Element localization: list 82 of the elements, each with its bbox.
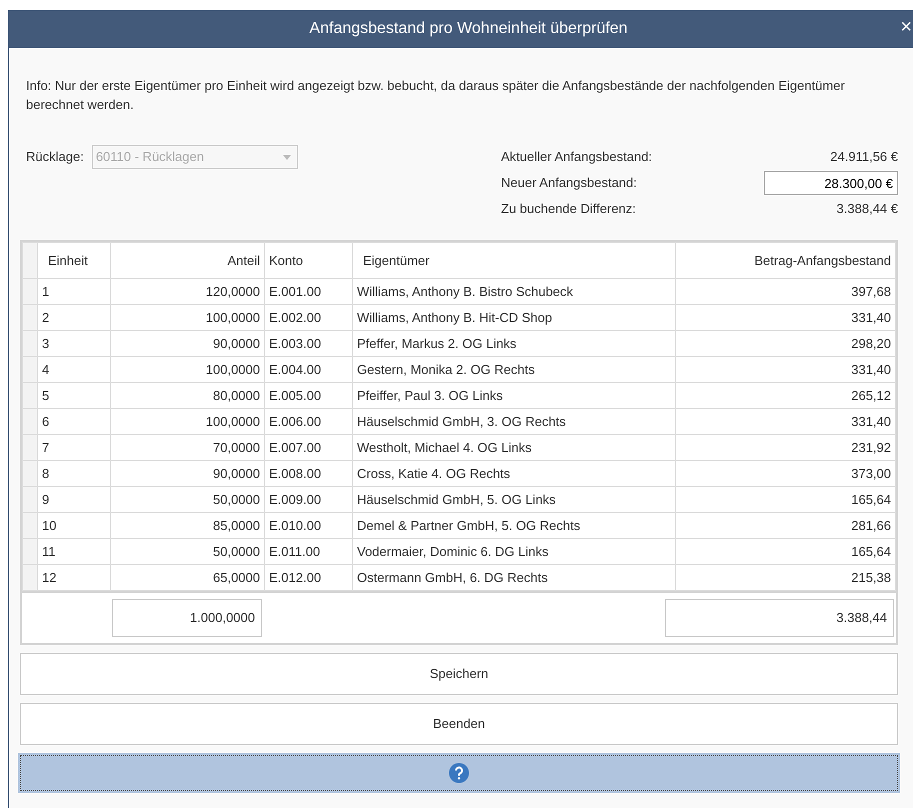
table-cell: 100,0000: [110, 356, 264, 382]
table-cell: 165,64: [676, 538, 896, 564]
table-cell: E.003.00: [264, 330, 352, 356]
column-header[interactable]: Anteil: [110, 242, 264, 278]
table-cell: 9: [38, 486, 110, 512]
table-cell: 215,38: [676, 564, 896, 590]
table-cell: 11: [38, 538, 110, 564]
table-cell: 100,0000: [110, 304, 264, 330]
help-button[interactable]: [20, 755, 898, 791]
table-cell: E.007.00: [264, 434, 352, 460]
table-cell: 12: [38, 564, 110, 590]
table-cell: E.001.00: [264, 278, 352, 304]
table-cell: Gestern, Monika 2. OG Rechts: [352, 356, 676, 382]
table-cell: 10: [38, 512, 110, 538]
table-cell: Williams, Anthony B. Bistro Schubeck: [352, 278, 676, 304]
column-header[interactable]: Konto: [264, 242, 352, 278]
table-cell: 1: [38, 278, 110, 304]
table-cell: 298,20: [676, 330, 896, 356]
table-cell: 90,0000: [110, 460, 264, 486]
table-cell: 265,12: [676, 382, 896, 408]
table-cell: 50,0000: [110, 538, 264, 564]
table-cell: 4: [38, 356, 110, 382]
action-button[interactable]: Beenden: [20, 703, 898, 745]
table-cell: Demel & Partner GmbH, 5. OG Rechts: [352, 512, 676, 538]
table-cell: Williams, Anthony B. Hit-CD Shop: [352, 304, 676, 330]
table-cell: 80,0000: [110, 382, 264, 408]
table-cell: Pfeiffer, Paul 3. OG Links: [352, 382, 676, 408]
table-cell: 231,92: [676, 434, 896, 460]
table-cell: 165,64: [676, 486, 896, 512]
table-cell: 331,40: [676, 304, 896, 330]
table-cell: Häuselschmid GmbH, 5. OG Links: [352, 486, 676, 512]
total-amount: 3.388,44: [665, 599, 894, 637]
table-cell: Westholt, Michael 4. OG Links: [352, 434, 676, 460]
window-title: Anfangsbestand pro Wohneinheit überprüfen: [309, 19, 628, 39]
table-cell: Cross, Katie 4. OG Rechts: [352, 460, 676, 486]
balance-value: 3.388,44 €: [836, 200, 898, 218]
table-cell: 331,40: [676, 408, 896, 434]
table-cell: 5: [38, 382, 110, 408]
table-cell: E.012.00: [264, 564, 352, 590]
table-cell: 397,68: [676, 278, 896, 304]
table-cell: E.002.00: [264, 304, 352, 330]
action-button[interactable]: Speichern: [20, 653, 898, 695]
table-cell: E.006.00: [264, 408, 352, 434]
caret-icon: [282, 154, 291, 160]
column-header[interactable]: Eigentümer: [352, 242, 676, 278]
table-cell: E.008.00: [264, 460, 352, 486]
table-cell: Vodermaier, Dominic 6. DG Links: [352, 538, 676, 564]
balance-label: Aktueller Anfangsbestand:: [501, 148, 652, 166]
table-cell: 6: [38, 408, 110, 434]
info-text: Info: Nur der erste Eigentümer pro Einheit wird angezeigt bzw. bebucht, da daraus später die Anfangsbestände der nachfolgenden Eigentümer berechnet werden.: [25, 77, 846, 114]
help-icon: [449, 763, 469, 783]
table-cell: 50,0000: [110, 486, 264, 512]
table-cell: 331,40: [676, 356, 896, 382]
table-cell: E.004.00: [264, 356, 352, 382]
balance-label: Neuer Anfangsbestand:: [501, 174, 637, 192]
table-cell: 65,0000: [110, 564, 264, 590]
table-cell: 70,0000: [110, 434, 264, 460]
table-cell: E.010.00: [264, 512, 352, 538]
table-cell: 281,66: [676, 512, 896, 538]
balance-input[interactable]: 28.300,00 €: [764, 171, 898, 195]
table-cell: 120,0000: [110, 278, 264, 304]
balance-label: Zu buchende Differenz:: [501, 200, 636, 218]
table-cell: 100,0000: [110, 408, 264, 434]
table-cell: 7: [38, 434, 110, 460]
total-share: 1.000,0000: [112, 599, 262, 637]
table-cell: Häuselschmid GmbH, 3. OG Rechts: [352, 408, 676, 434]
table-cell: 373,00: [676, 460, 896, 486]
table-cell: E.011.00: [264, 538, 352, 564]
close-button[interactable]: ×: [900, 17, 912, 37]
table-cell: Ostermann GmbH, 6. DG Rechts: [352, 564, 676, 590]
balance-value: 24.911,56 €: [830, 148, 898, 166]
table-cell: Pfeffer, Markus 2. OG Links: [352, 330, 676, 356]
table-cell: E.005.00: [264, 382, 352, 408]
table-cell: 8: [38, 460, 110, 486]
table-cell: 2: [38, 304, 110, 330]
field-label: Rücklage:: [26, 148, 84, 166]
column-header[interactable]: Betrag-Anfangsbestand: [676, 242, 896, 278]
table-cell: 3: [38, 330, 110, 356]
table-cell: E.009.00: [264, 486, 352, 512]
column-header[interactable]: Einheit: [38, 242, 110, 278]
table-cell: 90,0000: [110, 330, 264, 356]
table-cell: 85,0000: [110, 512, 264, 538]
